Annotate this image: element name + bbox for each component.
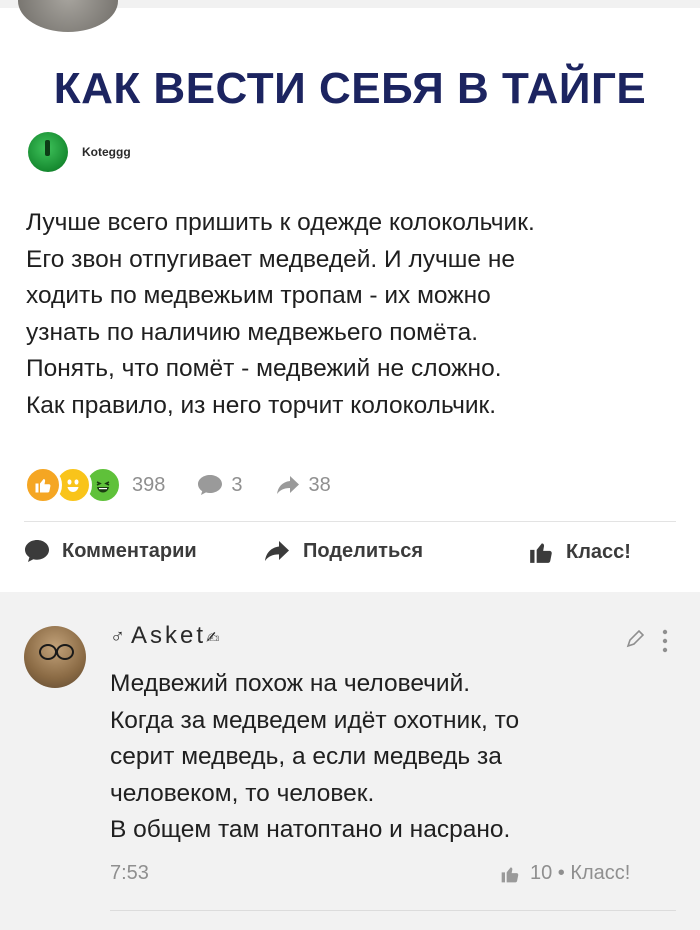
kebab-menu-icon[interactable] [660,628,670,659]
shares-stat[interactable]: 38 [275,474,331,497]
post-headline: КАК ВЕСТИ СЕБЯ В ТАЙГЕ [53,64,647,113]
like-reaction-icon[interactable] [24,466,62,504]
share-button-label: Поделиться [303,539,424,562]
comment-text: Медвежий похож на человечий. Когда за ме… [110,670,520,843]
reactions-row[interactable]: 398 3 38 [24,466,331,504]
author-suffix: ✍ [206,630,220,647]
comments-stat[interactable]: 3 [197,473,243,497]
comment-time: 7:53 [110,862,149,884]
post-author-row[interactable]: Koteggg [28,132,131,172]
gender-symbol: ♂ [110,626,125,648]
share-arrow-icon [276,476,299,494]
author-avatar[interactable] [28,132,68,172]
pencil-icon[interactable] [626,629,645,653]
thumbs-up-icon [530,543,552,563]
shares-count: 38 [308,473,331,496]
author-name[interactable]: Koteggg [82,145,131,159]
like-button[interactable]: Класс! [528,539,631,565]
post-actions: Комментарии Поделиться Класс! [0,539,700,579]
comment-bubble-icon [198,475,223,495]
commenter-avatar[interactable] [24,626,86,688]
comments-button-label: Комментарии [62,539,197,562]
comments-button[interactable]: Комментарии [24,539,197,563]
post-body-text: Лучше всего пришить к одежде колокольчик… [26,209,535,419]
comment-bubble-icon [25,540,49,562]
share-arrow-icon [265,541,289,561]
thumbs-up-icon [501,866,519,882]
commenter-name[interactable]: ♂ Asket✍ [110,622,219,650]
comment-likes: 10 • Класс! [530,862,631,884]
previous-avatar-cropped [18,0,118,32]
comment-divider [110,910,676,911]
like-button-label: Класс! [566,540,631,563]
share-button[interactable]: Поделиться [263,539,423,563]
commenter-name-text: Asket [131,622,207,649]
comments-section: ♂ Asket✍ Медвежий похож на человечий. Ког… [0,592,700,930]
reactions-count: 398 [132,473,166,496]
divider [24,521,676,522]
comment-like-button[interactable]: 10 • Класс! [500,862,630,885]
comments-count: 3 [231,473,243,496]
